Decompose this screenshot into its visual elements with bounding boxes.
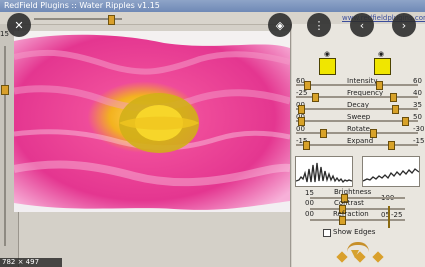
refraction-slider[interactable] [339,216,346,225]
frequency-slider-2[interactable] [390,93,397,102]
panel-separator [290,24,291,267]
waveform-left-graph [295,162,353,184]
contrast-min: 00 [305,199,314,207]
sweep-slider-2[interactable] [402,117,409,126]
decay-track[interactable] [296,108,418,110]
eye-icon-right: ◉ [378,50,385,58]
left-scrollbar[interactable] [4,46,6,246]
intensity-track[interactable] [296,84,418,86]
expand-track[interactable] [296,144,418,146]
top-slider-handle[interactable] [108,15,115,25]
refraction-track[interactable] [310,219,405,221]
brightness-label: Brightness [334,188,372,196]
rotate-slider[interactable] [320,129,327,138]
waveform-right-graph [362,168,420,182]
refraction-marker [388,206,390,228]
title-bar: RedField Plugins :: Water Ripples v1.15 [0,0,425,12]
show-edges-label: Show Edges [333,228,376,236]
left-value: 15 [0,30,9,38]
left-scroll-handle[interactable] [1,85,9,95]
ripple-triangle-icon[interactable] [374,58,391,75]
waveform-left [295,156,353,187]
refraction-min: 00 [305,210,314,218]
eye-icon-left: ◉ [324,50,331,58]
brightness-min: 15 [305,189,314,197]
frequency-slider[interactable] [312,93,319,102]
preview-image [13,31,291,212]
sweep-track[interactable] [296,120,418,122]
cursor-icon [351,250,359,258]
next-icon[interactable]: › [392,13,416,37]
waveform-right [362,156,420,187]
flower-image [13,31,291,212]
ripple-circle-icon[interactable] [319,58,336,75]
more-icon[interactable]: ⋮ [307,13,331,37]
view-icon[interactable]: ◈ [268,13,292,37]
expand-slider[interactable] [303,141,310,150]
rotate-track[interactable] [296,132,418,134]
prev-icon[interactable]: ‹ [350,13,374,37]
image-size-overlay: 782 × 497 [0,258,62,267]
refraction-extra: -25 [391,211,403,219]
expand-slider-2[interactable] [388,141,395,150]
close-icon[interactable]: ✕ [7,13,31,37]
show-edges-checkbox[interactable] [323,229,331,237]
window-title: RedField Plugins :: Water Ripples v1.15 [4,1,160,10]
decay-slider-2[interactable] [392,105,399,114]
